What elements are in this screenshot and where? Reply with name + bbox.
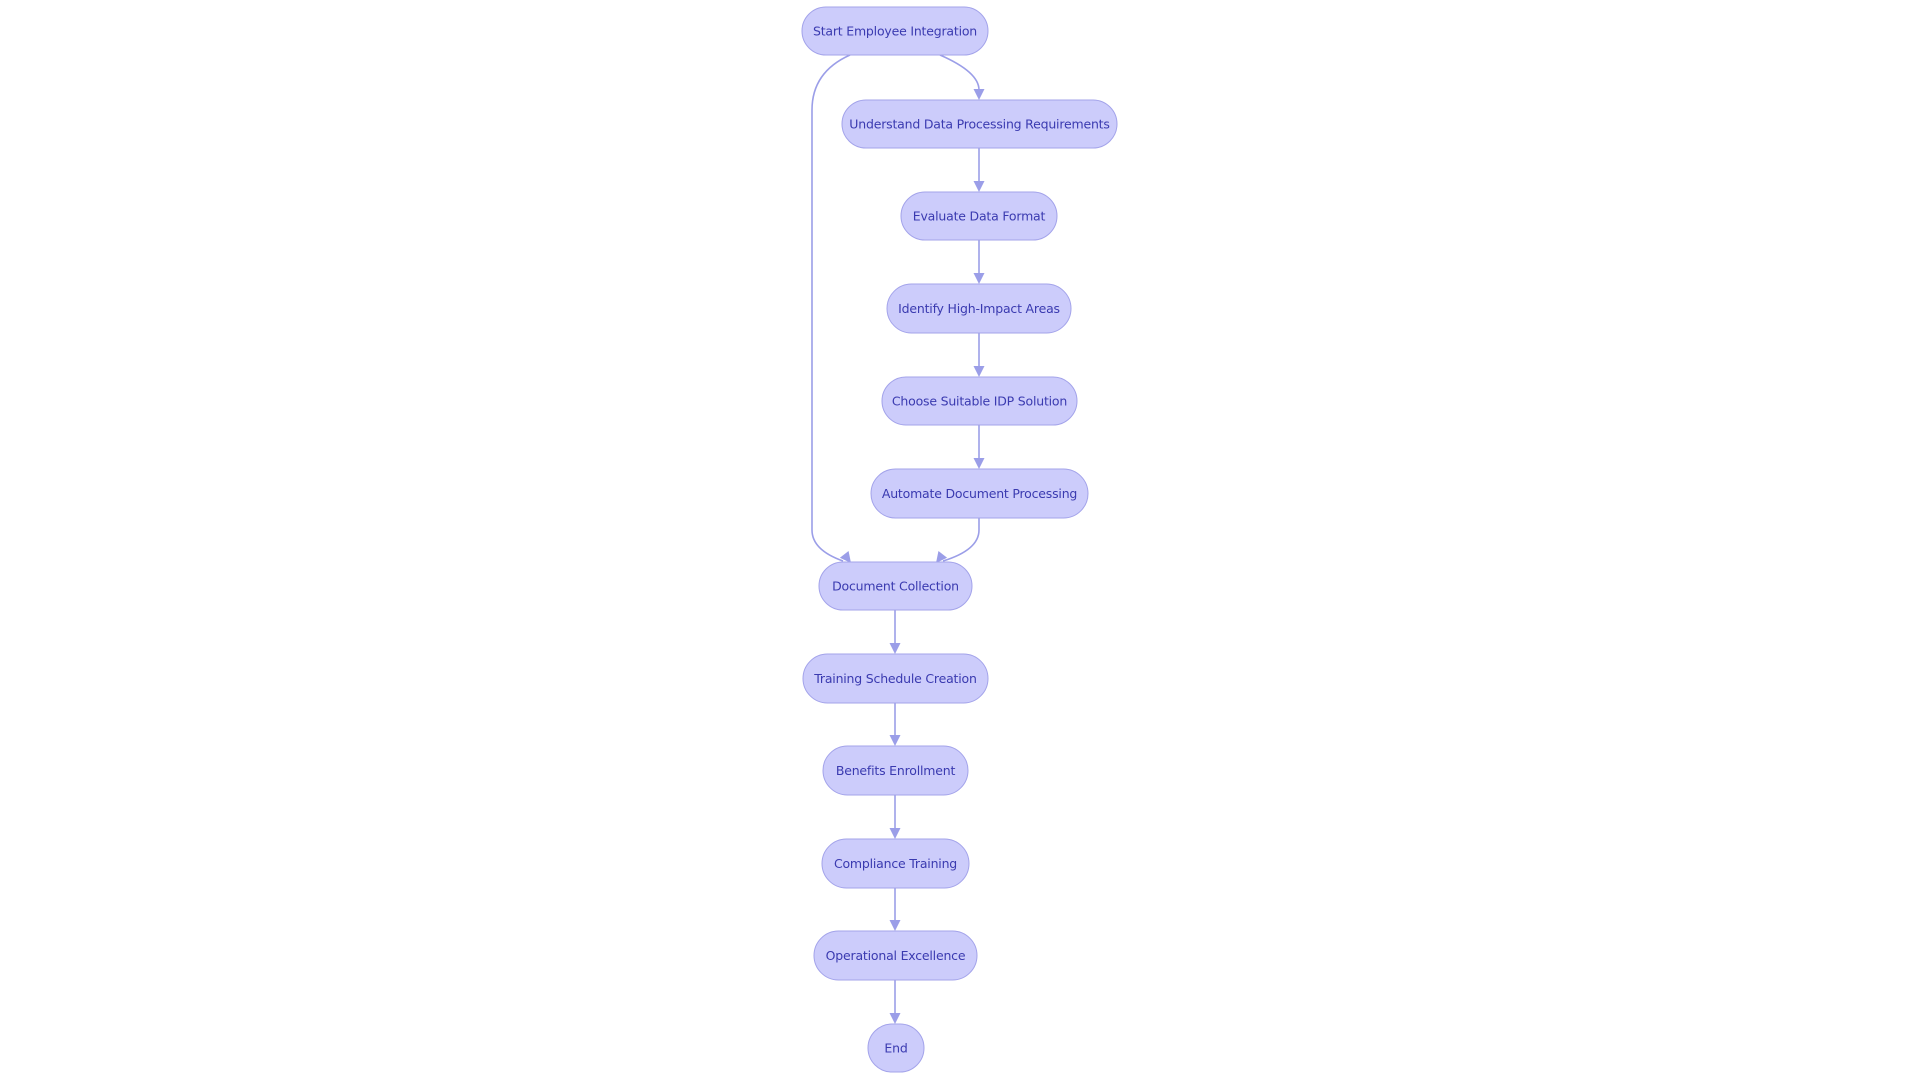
arrowhead-icon <box>889 1013 901 1024</box>
node-identify: Identify High-Impact Areas <box>886 283 1072 334</box>
arrowhead-icon <box>889 643 901 654</box>
node-benefits: Benefits Enrollment <box>822 745 969 796</box>
node-label: Automate Document Processing <box>882 486 1077 501</box>
arrowhead-icon <box>973 458 985 469</box>
node-label: Choose Suitable IDP Solution <box>892 394 1067 409</box>
arrowhead-icon <box>889 828 901 839</box>
arrowhead-icon <box>889 735 901 746</box>
node-label: Operational Excellence <box>826 948 966 963</box>
edge-opex-to-end <box>889 980 901 1024</box>
node-training: Training Schedule Creation <box>802 653 989 704</box>
flowchart-diagram: Start Employee Integration Understand Dat… <box>801 6 1118 1073</box>
arrowhead-icon <box>973 273 985 284</box>
node-label: Document Collection <box>832 579 959 594</box>
node-start: Start Employee Integration <box>801 6 989 56</box>
edge-understand-to-evaluate <box>973 148 985 192</box>
node-label: Compliance Training <box>834 856 957 871</box>
edge-compliance-to-opex <box>889 888 901 931</box>
node-label: End <box>884 1041 907 1056</box>
node-evaluate: Evaluate Data Format <box>900 191 1058 241</box>
nodes-layer: Start Employee Integration Understand Dat… <box>801 6 1118 1073</box>
edge-benefits-to-compliance <box>889 795 901 839</box>
node-compliance: Compliance Training <box>821 838 970 889</box>
node-label: Training Schedule Creation <box>813 671 976 686</box>
edge-start-to-understand <box>939 54 985 100</box>
node-label: Start Employee Integration <box>813 24 977 39</box>
node-end: End <box>867 1023 925 1073</box>
node-automate: Automate Document Processing <box>870 468 1089 519</box>
node-choose: Choose Suitable IDP Solution <box>881 376 1078 426</box>
arrowhead-icon <box>973 89 985 100</box>
edge-evaluate-to-identify <box>973 240 985 284</box>
node-opex: Operational Excellence <box>813 930 978 981</box>
arrowhead-icon <box>973 181 985 192</box>
edge-line <box>942 518 980 562</box>
edge-identify-to-choose <box>973 333 985 377</box>
arrowhead-icon <box>889 920 901 931</box>
node-understand: Understand Data Processing Requirements <box>841 99 1118 149</box>
edge-choose-to-automate <box>973 425 985 469</box>
edge-line <box>939 54 980 91</box>
node-doccollect: Document Collection <box>818 561 973 611</box>
node-label: Identify High-Impact Areas <box>898 301 1060 316</box>
edge-automate-to-doccollect <box>936 518 980 563</box>
node-label: Understand Data Processing Requirements <box>849 117 1109 132</box>
node-label: Benefits Enrollment <box>836 763 956 778</box>
arrowhead-icon <box>973 366 985 377</box>
edge-doccollect-to-training <box>889 610 901 654</box>
edge-training-to-benefits <box>889 703 901 746</box>
node-label: Evaluate Data Format <box>913 209 1046 224</box>
